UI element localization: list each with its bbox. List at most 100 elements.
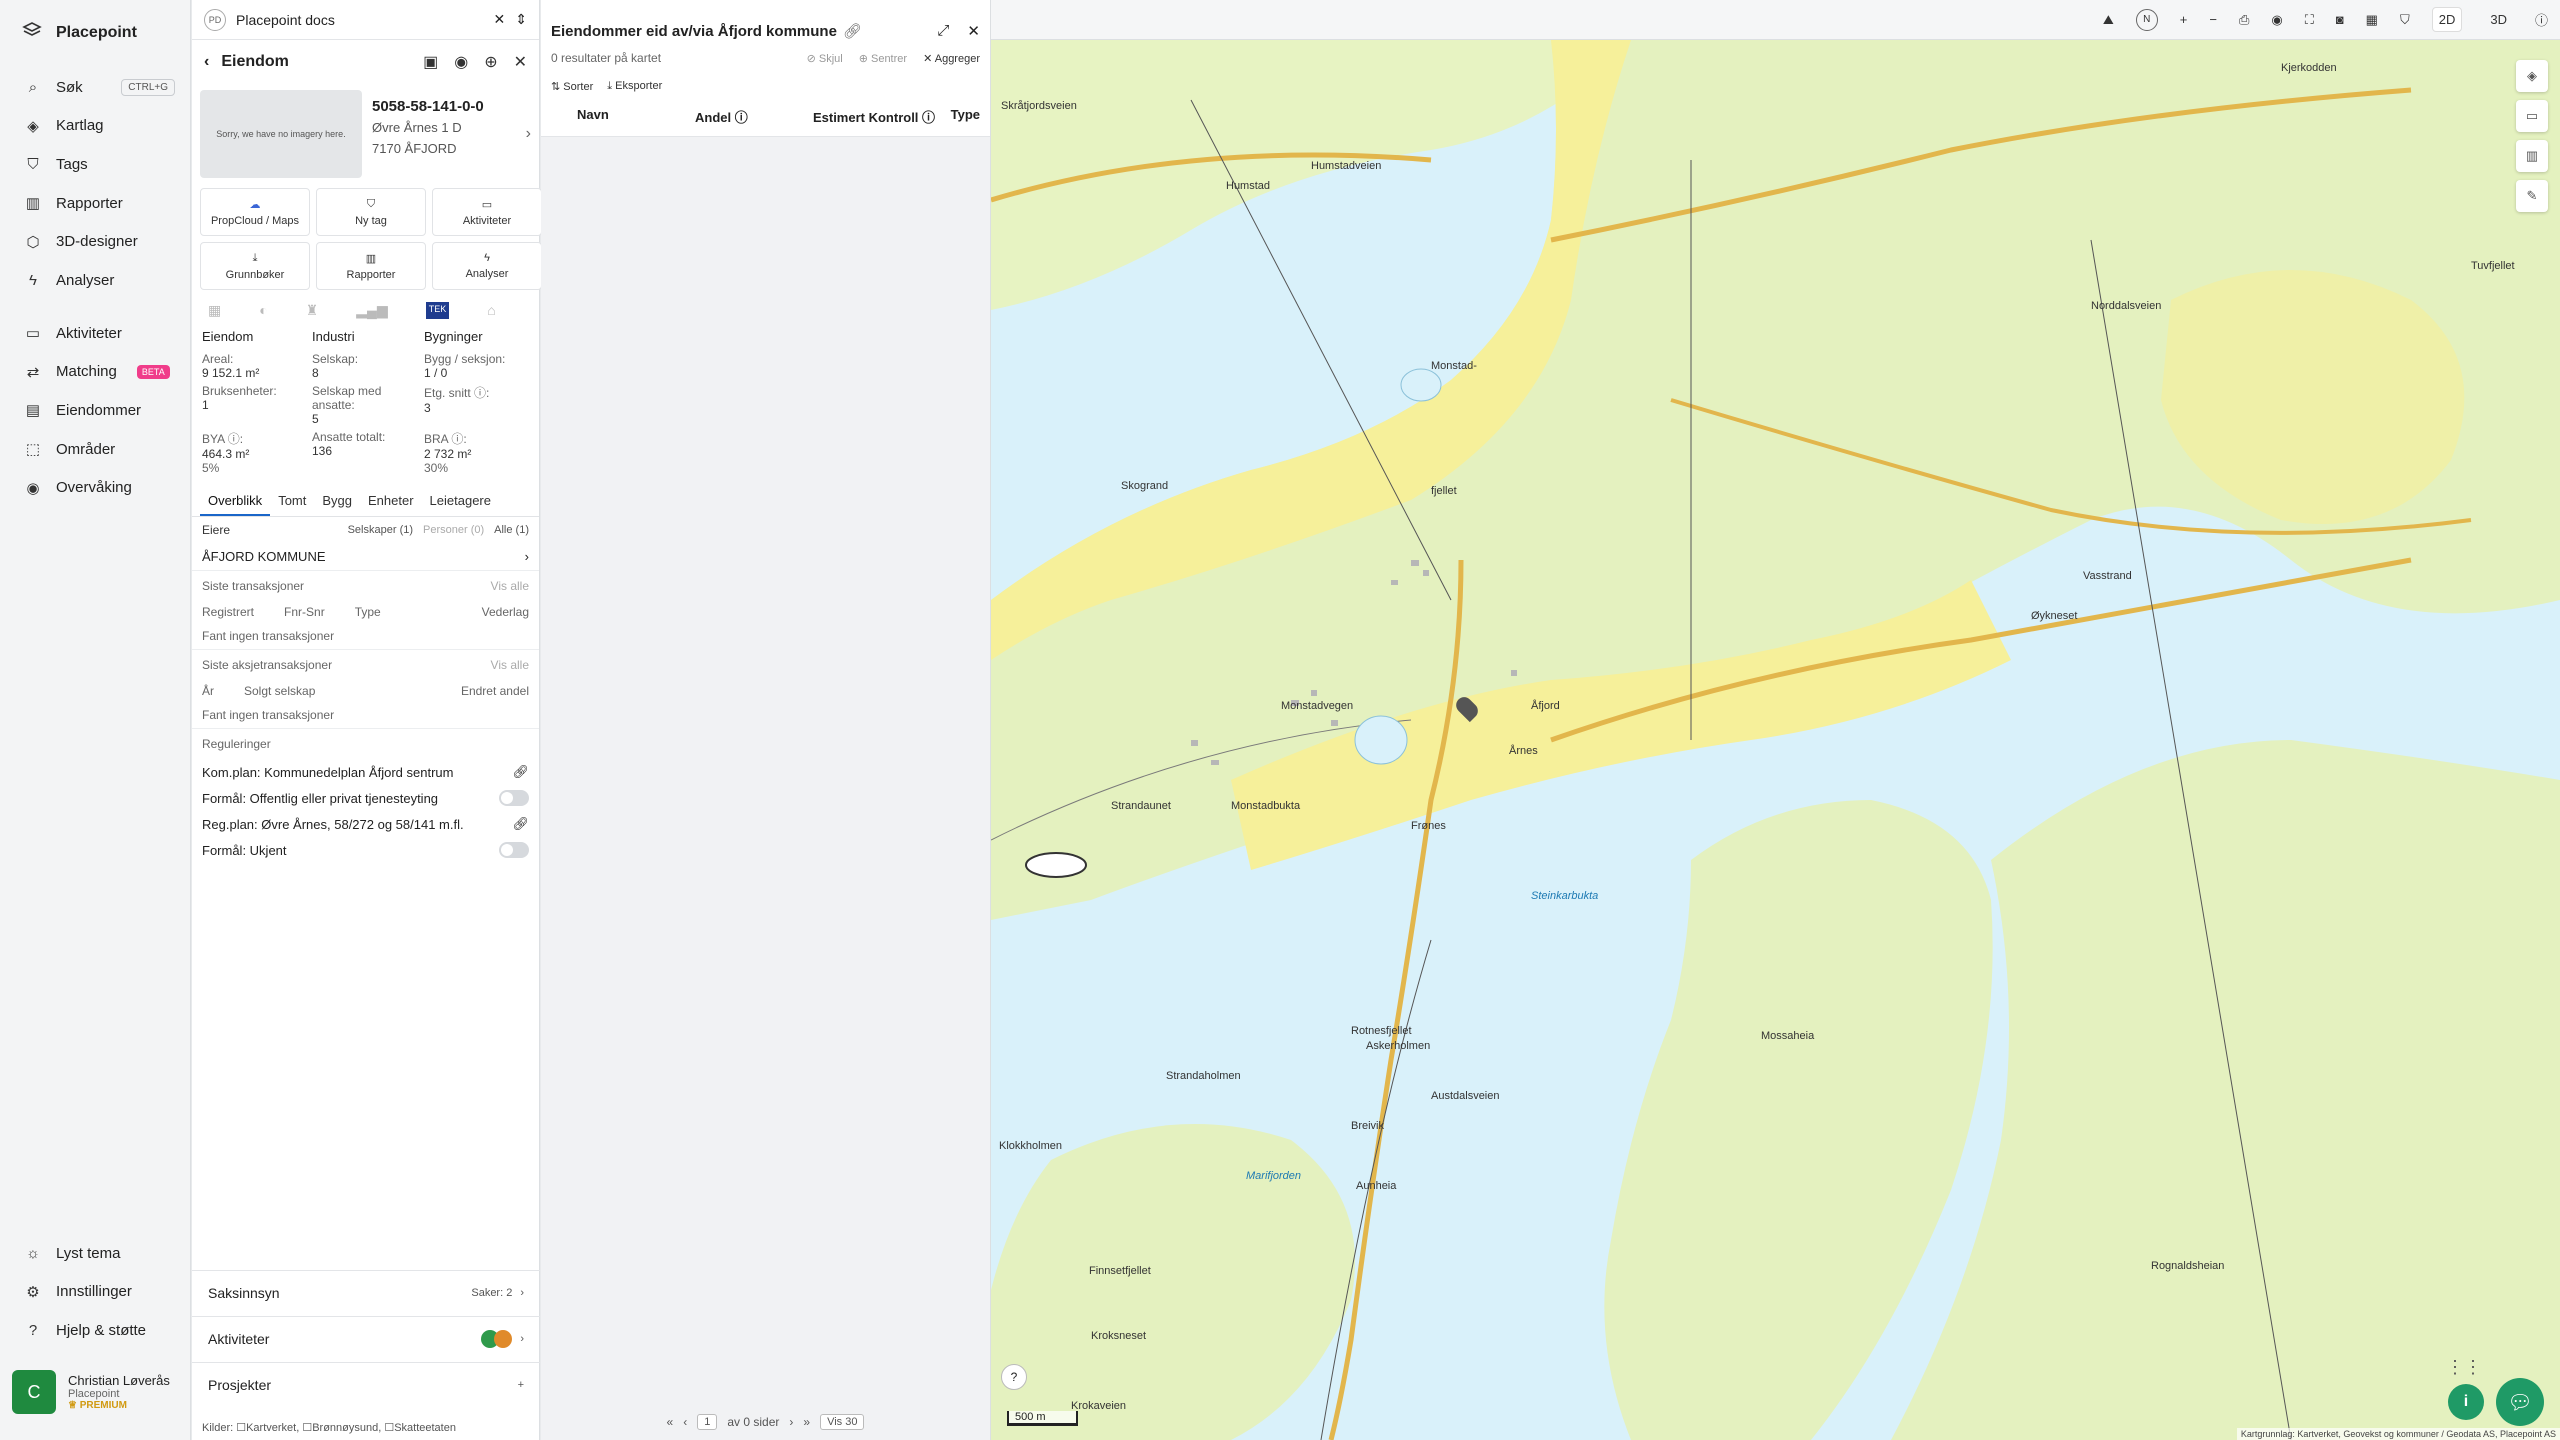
- nav-item-analyser[interactable]: ϟ Analyser: [0, 261, 191, 300]
- analyses-button[interactable]: ϟ Analyser: [432, 242, 542, 290]
- filter-persons[interactable]: Personer (0): [423, 524, 484, 536]
- regulation-row[interactable]: Kom.plan: Kommunedelplan Åfjord sentrum 🔗…: [192, 759, 539, 785]
- nav-item-rapporter[interactable]: ▥ Rapporter: [0, 184, 191, 223]
- zoom-in-icon[interactable]: +: [2180, 12, 2188, 27]
- user-card[interactable]: C Christian Løverås Placepoint ♕ PREMIUM: [12, 1370, 170, 1414]
- nav-item-aktiviteter[interactable]: ▭ Aktiviteter: [0, 314, 191, 353]
- close-icon[interactable]: ✕: [494, 11, 506, 28]
- bars-icon[interactable]: ▂▄▆: [356, 302, 387, 319]
- toggle[interactable]: [499, 790, 529, 806]
- nav-item-lyst-tema[interactable]: ☼ Lyst tema: [0, 1234, 191, 1273]
- grid-icon[interactable]: ▦: [2366, 12, 2378, 28]
- close-icon[interactable]: ✕: [514, 52, 527, 72]
- tab-tomt[interactable]: Tomt: [270, 487, 314, 516]
- hide-button[interactable]: ⊘ Skjul: [807, 52, 843, 65]
- terrain-icon[interactable]: ⛰: [2103, 12, 2114, 28]
- tek-icon[interactable]: TEK: [425, 302, 450, 319]
- show-all-link[interactable]: Vis alle: [491, 658, 529, 672]
- nav-item-innstillinger[interactable]: ⚙ Innstillinger: [0, 1273, 191, 1312]
- tab-bygg[interactable]: Bygg: [314, 487, 360, 516]
- filter-companies[interactable]: Selskaper (1): [348, 524, 413, 536]
- eye-icon[interactable]: ◉: [2271, 12, 2282, 28]
- industry-icon[interactable]: ♜: [306, 302, 319, 319]
- chat-button[interactable]: 💬︎: [2496, 1378, 2544, 1426]
- chevron-right-icon[interactable]: ›: [526, 125, 531, 143]
- prev-page-icon[interactable]: ‹: [683, 1415, 687, 1429]
- center-button[interactable]: ⊕ Sentrer: [859, 52, 907, 65]
- link-icon[interactable]: 🔗︎: [843, 22, 862, 40]
- nav-item-3d-designer[interactable]: ⬡ 3D-designer: [0, 222, 191, 261]
- show-all-link[interactable]: Vis alle: [491, 579, 529, 593]
- next-page-icon[interactable]: ›: [789, 1415, 793, 1429]
- help-icon[interactable]: ?: [1001, 1364, 1027, 1390]
- link-icon[interactable]: 🔗︎: [512, 816, 529, 832]
- aggregate-button[interactable]: ✕ Aggreger: [923, 52, 980, 65]
- reports-button[interactable]: ▥ Rapporter: [316, 242, 426, 290]
- compass-icon[interactable]: N: [2135, 8, 2158, 31]
- eye-icon[interactable]: ◉: [454, 52, 468, 72]
- toggle[interactable]: [499, 842, 529, 858]
- nav-item-hjelp[interactable]: ? Hjelp & støtte: [0, 1311, 191, 1350]
- draw-icon[interactable]: ✎: [2516, 180, 2548, 212]
- col-type[interactable]: Type: [951, 107, 980, 126]
- activities-button[interactable]: ▭ Aktiviteter: [432, 188, 542, 236]
- brand[interactable]: Placepoint: [22, 20, 137, 45]
- globe-icon[interactable]: ◐: [259, 302, 267, 319]
- tab-leietagere[interactable]: Leietagere: [422, 487, 499, 516]
- back-icon[interactable]: ‹: [204, 53, 209, 71]
- regulation-row[interactable]: Formål: Ukjent: [192, 837, 539, 863]
- property-summary[interactable]: Sorry, we have no imagery here. 5058-58-…: [192, 84, 539, 184]
- col-kontroll[interactable]: Estimert Kontroll ⓘ: [813, 107, 951, 126]
- link-icon[interactable]: 🔗︎: [512, 764, 529, 780]
- nav-item-kartlag[interactable]: ◈ Kartlag: [0, 107, 191, 146]
- mode-3d[interactable]: 3D: [2484, 8, 2513, 31]
- building-icon[interactable]: ▦: [208, 302, 221, 319]
- tab-enheter[interactable]: Enheter: [360, 487, 422, 516]
- col-andel[interactable]: Andel ⓘ: [695, 107, 813, 126]
- docs-title[interactable]: Placepoint docs: [236, 12, 335, 28]
- zoom-out-icon[interactable]: −: [2209, 12, 2217, 27]
- house-icon[interactable]: ⌂: [487, 302, 495, 319]
- propcloud-button[interactable]: ☁ PropCloud / Maps: [200, 188, 310, 236]
- nav-item-matching[interactable]: ⇄ Matching BETA: [0, 353, 191, 392]
- nav-item-eiendommer[interactable]: ▤ Eiendommer: [0, 391, 191, 430]
- regulation-row[interactable]: Formål: Offentlig eller privat tjenestey…: [192, 785, 539, 811]
- print-icon[interactable]: ⎙: [2239, 12, 2249, 28]
- add-icon[interactable]: +: [518, 1379, 524, 1391]
- last-page-icon[interactable]: »: [803, 1415, 810, 1429]
- nav-item-overvaking[interactable]: ◉ Overvåking: [0, 468, 191, 507]
- col-navn[interactable]: Navn: [577, 107, 695, 126]
- projects-section[interactable]: Prosjekter +: [192, 1362, 540, 1406]
- chevron-updown-icon[interactable]: ⇕: [515, 11, 527, 28]
- expand-icon[interactable]: ⤢: [937, 22, 949, 40]
- mode-2d[interactable]: 2D: [2431, 7, 2463, 32]
- sort-button[interactable]: ⇅ Sorter: [551, 80, 593, 93]
- export-button[interactable]: ⤓ Eksporter: [607, 80, 662, 93]
- nav-item-omrader[interactable]: ⬚ Områder: [0, 430, 191, 469]
- filter-all[interactable]: Alle (1): [494, 524, 529, 536]
- ruler-icon[interactable]: ▭: [2516, 100, 2548, 132]
- tab-overblikk[interactable]: Overblikk: [200, 487, 271, 516]
- land-registry-button[interactable]: ⤓ Grunnbøker: [200, 242, 310, 290]
- map-canvas[interactable]: Skråtjordsveien Humstadveien Norddalsvei…: [991, 40, 2560, 1440]
- page-input[interactable]: 1: [697, 1414, 718, 1430]
- first-page-icon[interactable]: «: [667, 1415, 674, 1429]
- new-tag-button[interactable]: ⛉ Ny tag: [316, 188, 426, 236]
- 360-icon[interactable]: ▣: [423, 52, 438, 72]
- owner-row[interactable]: ÅFJORD KOMMUNE ›: [192, 543, 539, 571]
- nav-item-sok[interactable]: ⌕ Søk CTRL+G: [0, 68, 191, 107]
- info-button[interactable]: i: [2448, 1384, 2484, 1420]
- activities-section[interactable]: Aktiviteter ›: [192, 1316, 540, 1360]
- fullscreen-icon[interactable]: ⛶: [2305, 12, 2314, 28]
- close-icon[interactable]: ✕: [967, 22, 980, 40]
- grid-icon[interactable]: ⋮⋮: [2446, 1357, 2482, 1378]
- regulation-row[interactable]: Reg.plan: Øvre Årnes, 58/272 og 58/141 m…: [192, 811, 539, 837]
- target-icon[interactable]: ⊕: [484, 52, 497, 72]
- info-icon[interactable]: ⓘ: [2535, 10, 2548, 29]
- bookmark-icon[interactable]: ⛉: [2400, 12, 2410, 28]
- layers-icon[interactable]: ◈: [2516, 60, 2548, 92]
- page-size-select[interactable]: Vis 30: [820, 1414, 865, 1430]
- saksinnsyn-section[interactable]: Saksinnsyn Saker: 2 ›: [192, 1270, 540, 1314]
- chart-icon[interactable]: ▥: [2516, 140, 2548, 172]
- camera-icon[interactable]: ◙: [2336, 12, 2344, 27]
